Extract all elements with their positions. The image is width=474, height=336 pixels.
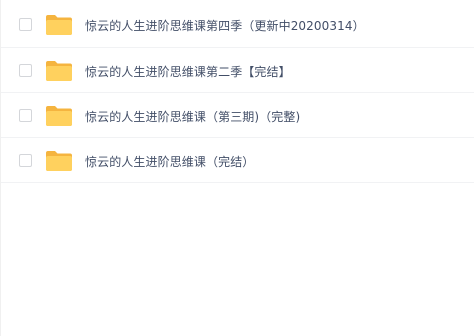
folder-icon bbox=[45, 14, 73, 36]
list-item[interactable]: 惊云的人生进阶思维课第二季【完结】 bbox=[1, 48, 474, 93]
list-item[interactable]: 惊云的人生进阶思维课（完结） bbox=[1, 138, 474, 183]
file-name[interactable]: 惊云的人生进阶思维课第四季（更新中20200314） bbox=[85, 17, 365, 34]
folder-icon bbox=[45, 150, 73, 172]
row-checkbox[interactable] bbox=[19, 64, 32, 77]
file-list: 惊云的人生进阶思维课第四季（更新中20200314） 惊云的人生进阶思维课第二季… bbox=[0, 0, 474, 336]
row-checkbox[interactable] bbox=[19, 109, 32, 122]
file-name[interactable]: 惊云的人生进阶思维课（完结） bbox=[85, 153, 254, 170]
folder-icon bbox=[45, 105, 73, 127]
list-item[interactable]: 惊云的人生进阶思维课第四季（更新中20200314） bbox=[1, 0, 474, 48]
folder-icon bbox=[45, 60, 73, 82]
file-name[interactable]: 惊云的人生进阶思维课第二季【完结】 bbox=[85, 63, 291, 80]
row-checkbox[interactable] bbox=[19, 154, 32, 167]
list-item[interactable]: 惊云的人生进阶思维课（第三期)（完整) bbox=[1, 93, 474, 138]
file-name[interactable]: 惊云的人生进阶思维课（第三期)（完整) bbox=[85, 108, 300, 125]
row-checkbox[interactable] bbox=[19, 18, 32, 31]
